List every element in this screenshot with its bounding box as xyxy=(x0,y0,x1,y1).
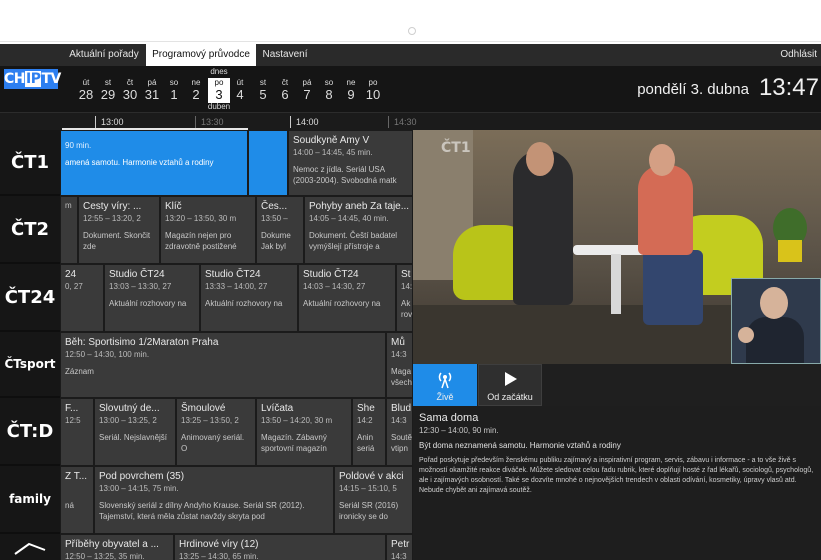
top-nav: Aktuální pořady Programový průvodce Nast… xyxy=(0,44,821,66)
program-cell[interactable]: m xyxy=(60,196,78,264)
guest-legs xyxy=(643,250,703,325)
program-cell[interactable]: Mů 14:3 Maga všech xyxy=(386,332,413,398)
studio-pot xyxy=(778,240,802,262)
program-cell[interactable]: Lvíčata 13:50 – 14:20, 30 m Magazín. Záb… xyxy=(256,398,352,466)
channel-row-ct2: ČT2 m Cesty víry: ... 12:55 – 13:20, 2 D… xyxy=(0,196,413,264)
time-tick: 14:30 xyxy=(388,116,417,128)
video-player[interactable]: ČT1 xyxy=(413,130,821,364)
day-3-today[interactable]: po 3 xyxy=(208,78,230,103)
loading-indicator-icon xyxy=(408,27,416,35)
program-cell[interactable]: Petr 14:3 xyxy=(386,534,413,560)
program-detail: Sama doma 12:30 – 14:00, 90 min. Být dom… xyxy=(413,406,821,560)
today-label: dnes xyxy=(210,67,228,76)
presenter-head xyxy=(526,142,554,176)
browser-top-strip xyxy=(0,0,821,44)
player-controls: Živě Od začátku xyxy=(413,364,821,406)
program-cell[interactable]: Poldové v akci 14:15 – 15:10, 5 Seriál S… xyxy=(334,466,413,534)
time-tick: 13:00 xyxy=(95,116,124,128)
tv-app: Aktuální pořady Programový průvodce Nast… xyxy=(0,44,821,560)
channel-row-ctsport: ČTsport Běh: Sportisimo 1/2Maraton Praha… xyxy=(0,332,413,398)
program-cell[interactable]: Z T... ná xyxy=(60,466,94,534)
channel-logo-other[interactable] xyxy=(0,534,60,560)
program-cell[interactable]: Studio ČT24 14:03 – 14:30, 27 Aktuální r… xyxy=(298,264,396,332)
tab-programovy-pruvodce[interactable]: Programový průvodce xyxy=(146,44,256,66)
program-cell[interactable]: Klíč 13:20 – 13:50, 30 m Magazín nejen p… xyxy=(160,196,256,264)
chiptv-logo: CHIPTV xyxy=(4,69,61,89)
restart-button[interactable]: Od začátku xyxy=(478,364,542,406)
day-30[interactable]: čt 30 xyxy=(119,78,141,102)
current-date: pondělí 3. dubna xyxy=(637,81,749,98)
day-5[interactable]: st 5 xyxy=(252,78,274,102)
channel-row-ctd: ČT:D F... 12:5 Slovutný de... 13:00 – 13… xyxy=(0,398,413,466)
channel-logo-ctd[interactable]: ČT:D xyxy=(0,398,60,466)
current-time: 13:47 xyxy=(758,74,819,101)
channel-watermark: ČT1 xyxy=(441,140,471,156)
channel-logo-ctsport[interactable]: ČTsport xyxy=(0,332,60,398)
sign-language-interpreter xyxy=(731,278,821,364)
channel-row-ct24: ČT24 24 0, 27 Studio ČT24 13:03 – 13:30,… xyxy=(0,264,413,332)
program-cell[interactable]: Studio ČT24 13:03 – 13:30, 27 Aktuální r… xyxy=(104,264,200,332)
channel-icon xyxy=(14,542,46,555)
program-cell-live[interactable]: 90 min. amená samotu. Harmonie vztahů a … xyxy=(60,130,248,196)
tab-aktualni-porady[interactable]: Aktuální pořady xyxy=(62,44,146,66)
guest-head xyxy=(649,144,675,176)
program-cell[interactable]: Hrdinové víry (12) 13:25 – 14:30, 65 min… xyxy=(174,534,386,560)
program-cell[interactable]: F... 12:5 xyxy=(60,398,94,466)
day-4[interactable]: út 4 xyxy=(229,78,251,102)
channel-logo-family[interactable]: family xyxy=(0,466,60,534)
channel-logo-ct24[interactable]: ČT24 xyxy=(0,264,60,332)
day-28[interactable]: út 28 xyxy=(75,78,97,102)
detail-description: Pořad poskytuje především ženskému publi… xyxy=(419,457,814,494)
program-cell[interactable]: Pod povrchem (35) 13:00 – 14:15, 75 min.… xyxy=(94,466,334,534)
day-8[interactable]: so 8 xyxy=(318,78,340,102)
date-header: CHIPTV dnes út 28 st 29 čt 30 pá 31 so 1 ne 2 … xyxy=(0,66,821,112)
day-31[interactable]: pá 31 xyxy=(141,78,163,102)
play-icon xyxy=(479,365,541,391)
program-cell[interactable]: Cesty víry: ... 12:55 – 13:20, 2 Dokumen… xyxy=(78,196,160,264)
program-cell[interactable]: Pohyby aneb Za taje... 14:05 – 14:45, 40… xyxy=(304,196,413,264)
timeline: 13:00 13:30 14:00 14:30 xyxy=(0,112,821,130)
day-29[interactable]: st 29 xyxy=(97,78,119,102)
detail-short: Být doma neznamená samotu. Harmonie vzta… xyxy=(419,441,621,450)
divider xyxy=(0,41,821,42)
time-tick: 13:30 xyxy=(195,116,224,128)
channel-row-ct1: ČT1 90 min. amená samotu. Harmonie vztah… xyxy=(0,130,413,196)
day-7[interactable]: pá 7 xyxy=(296,78,318,102)
studio-table-leg xyxy=(611,254,621,314)
logout-link[interactable]: Odhlásit xyxy=(780,44,817,66)
time-tick: 14:00 xyxy=(290,116,319,128)
program-cell[interactable]: She 14:2 Anin seriá xyxy=(352,398,386,466)
day-6[interactable]: čt 6 xyxy=(274,78,296,102)
program-cell[interactable]: Příběhy obyvatel a ... 12:50 – 13:25, 35… xyxy=(60,534,174,560)
month-label: duben xyxy=(207,102,231,111)
program-cell[interactable]: Šmoulové 13:25 – 13:50, 2 Animovaný seri… xyxy=(176,398,256,466)
day-9[interactable]: ne 9 xyxy=(340,78,362,102)
broadcast-icon xyxy=(414,365,476,391)
channel-logo-ct1[interactable]: ČT1 xyxy=(0,130,60,196)
program-cell[interactable]: Slovutný de... 13:00 – 13:25, 2 Seriál. … xyxy=(94,398,176,466)
day-1[interactable]: so 1 xyxy=(163,78,185,102)
program-cell[interactable]: Čes... 13:50 – Dokume Jak byl xyxy=(256,196,304,264)
program-cell[interactable]: St 14: Ak rov xyxy=(396,264,413,332)
detail-time: 12:30 – 14:00, 90 min. xyxy=(419,426,499,435)
channel-row-family: family Z T... ná Pod povrchem (35) 13:00… xyxy=(0,466,413,534)
detail-title: Sama doma xyxy=(419,412,479,424)
channel-logo-ct2[interactable]: ČT2 xyxy=(0,196,60,264)
program-cell[interactable]: 24 0, 27 xyxy=(60,264,104,332)
program-cell[interactable] xyxy=(248,130,288,196)
live-button[interactable]: Živě xyxy=(413,364,477,406)
day-2[interactable]: ne 2 xyxy=(185,78,207,102)
channel-row-other: Příběhy obyvatel a ... 12:50 – 13:25, 35… xyxy=(0,534,413,560)
guest-figure xyxy=(638,165,693,255)
program-cell[interactable]: Studio ČT24 13:33 – 14:00, 27 Aktuální r… xyxy=(200,264,298,332)
program-cell[interactable]: Běh: Sportisimo 1/2Maraton Praha 12:50 –… xyxy=(60,332,386,398)
program-cell[interactable]: Soudkyně Amy V 14:00 – 14:45, 45 min. Ne… xyxy=(288,130,413,196)
tab-nastaveni[interactable]: Nastavení xyxy=(256,44,314,66)
program-cell[interactable]: Blud 14:3 Soutě vtipn xyxy=(386,398,413,466)
day-10[interactable]: po 10 xyxy=(362,78,384,102)
